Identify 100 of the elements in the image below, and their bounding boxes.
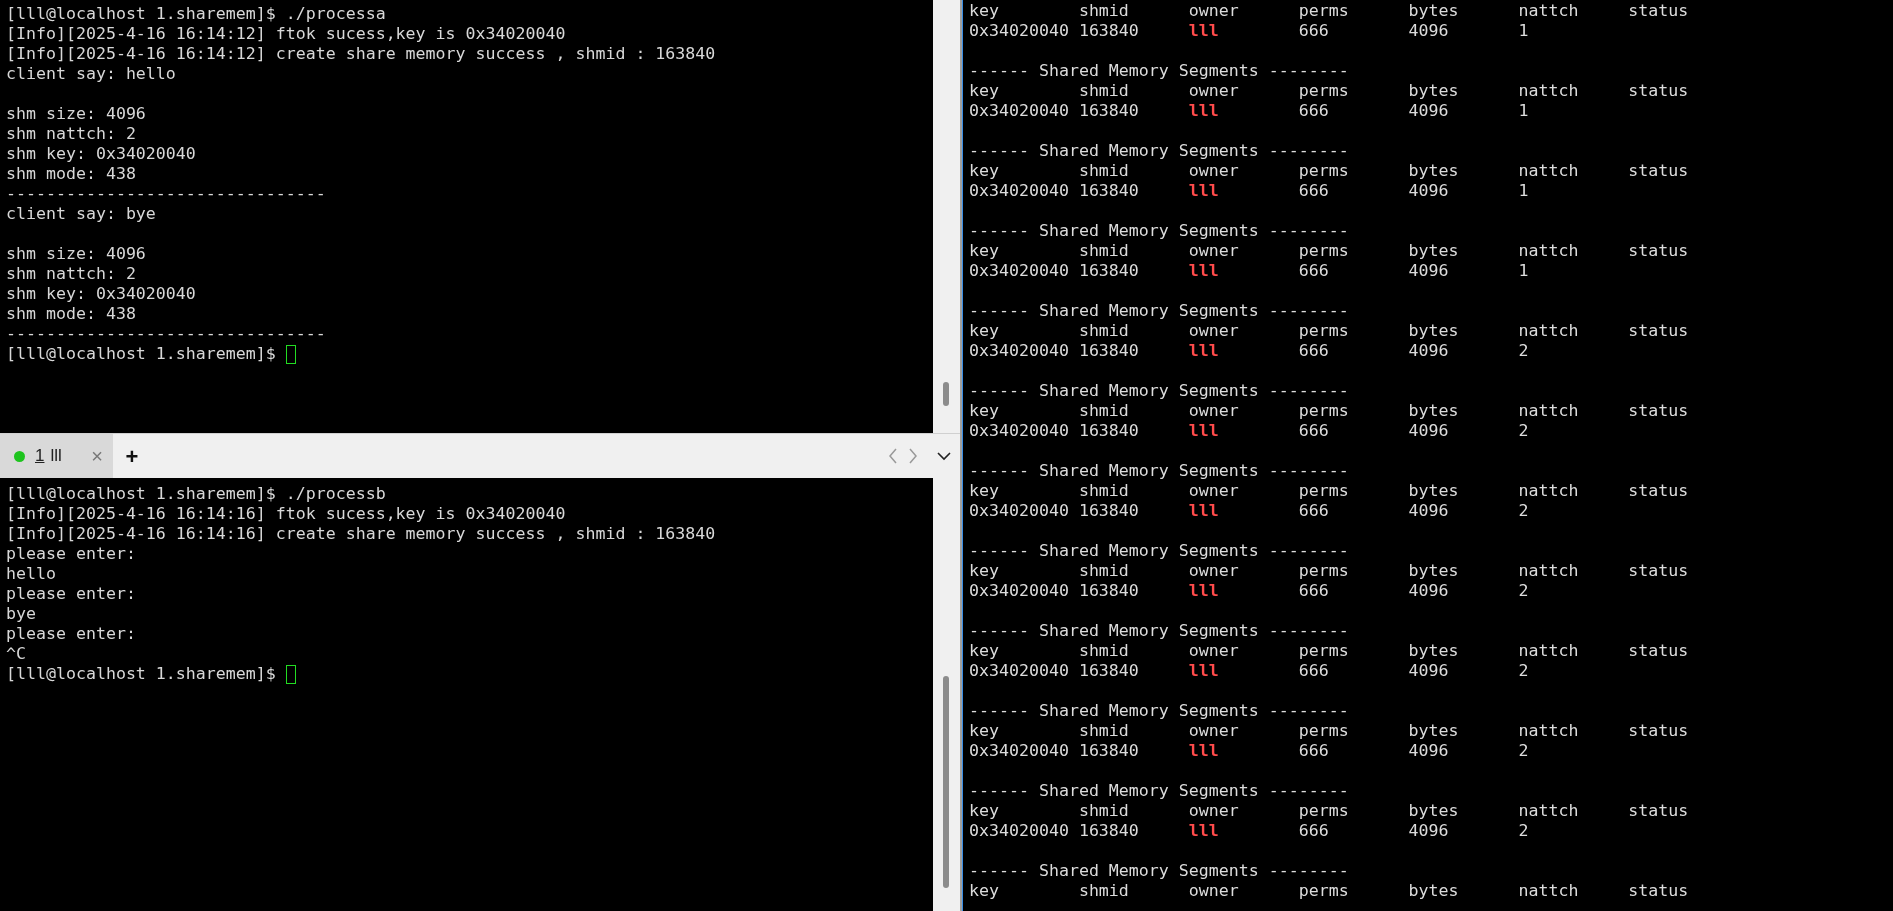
column-header: owner bbox=[1188, 321, 1239, 340]
column-header: perms bbox=[1298, 641, 1349, 660]
table-cell: 4096 bbox=[1408, 341, 1449, 360]
column-header: perms bbox=[1298, 561, 1349, 580]
table-cell: 4096 bbox=[1408, 181, 1449, 200]
table-cell: 4096 bbox=[1408, 21, 1449, 40]
column-header: key bbox=[969, 241, 999, 260]
dropdown-icon[interactable] bbox=[936, 451, 952, 461]
column-header: bytes bbox=[1408, 481, 1459, 500]
scrollbar[interactable] bbox=[933, 478, 960, 911]
chevron-left-icon[interactable] bbox=[888, 447, 898, 465]
table-cell: 163840 bbox=[1078, 581, 1139, 600]
table-cell: 4096 bbox=[1408, 821, 1449, 840]
column-header: owner bbox=[1188, 801, 1239, 820]
column-header: owner bbox=[1188, 401, 1239, 420]
table-cell: 4096 bbox=[1408, 101, 1449, 120]
scrollbar[interactable] bbox=[933, 0, 960, 433]
terminal-line: [lll@localhost 1.sharemem]$ ./processb bbox=[6, 484, 386, 504]
section-header: ------ Shared Memory Segments -------- bbox=[969, 541, 1349, 560]
section-header: ------ Shared Memory Segments -------- bbox=[969, 621, 1349, 640]
column-header: status bbox=[1628, 241, 1689, 260]
column-header: key bbox=[969, 81, 999, 100]
column-header: status bbox=[1628, 481, 1689, 500]
column-header: nattch bbox=[1518, 241, 1579, 260]
column-header: owner bbox=[1188, 161, 1239, 180]
scrollbar-thumb[interactable] bbox=[943, 382, 949, 406]
terminal-line: [Info][2025-4-16 16:14:12] ftok sucess,key is 0x34020040 bbox=[6, 24, 566, 44]
terminal-line: -------------------------------- bbox=[6, 184, 326, 204]
terminal-line: shm size: 4096 bbox=[6, 104, 146, 124]
column-header: perms bbox=[1298, 161, 1349, 180]
column-header: shmid bbox=[1078, 721, 1129, 740]
table-cell: lll bbox=[1188, 661, 1219, 680]
table-cell: 666 bbox=[1298, 421, 1329, 440]
terminal-line: client say: bye bbox=[6, 204, 156, 224]
terminal-line: bye bbox=[6, 604, 36, 624]
column-header: shmid bbox=[1078, 401, 1129, 420]
table-cell: 0x34020040 bbox=[969, 661, 1069, 680]
terminal-line: hello bbox=[6, 564, 56, 584]
table-cell: 2 bbox=[1518, 661, 1529, 680]
column-header: key bbox=[969, 721, 999, 740]
terminal-line: -------------------------------- bbox=[6, 324, 326, 344]
column-header: nattch bbox=[1518, 561, 1579, 580]
table-cell: 666 bbox=[1298, 181, 1329, 200]
column-header: key bbox=[969, 561, 999, 580]
column-header: key bbox=[969, 881, 999, 900]
column-header: status bbox=[1628, 321, 1689, 340]
table-cell: 2 bbox=[1518, 341, 1529, 360]
scrollbar-thumb[interactable] bbox=[943, 676, 949, 888]
table-cell: 1 bbox=[1518, 101, 1529, 120]
column-header: perms bbox=[1298, 1, 1349, 20]
column-header: owner bbox=[1188, 721, 1239, 740]
terminal-line: shm mode: 438 bbox=[6, 164, 136, 184]
terminal-line: [lll@localhost 1.sharemem]$ bbox=[6, 344, 277, 364]
terminal-line: ^C bbox=[6, 644, 26, 664]
column-header: bytes bbox=[1408, 721, 1459, 740]
column-header: perms bbox=[1298, 81, 1349, 100]
terminal-line: shm nattch: 2 bbox=[6, 124, 136, 144]
column-header: bytes bbox=[1408, 801, 1459, 820]
column-header: perms bbox=[1298, 881, 1349, 900]
table-cell: 4096 bbox=[1408, 661, 1449, 680]
column-header: shmid bbox=[1078, 561, 1129, 580]
column-header: owner bbox=[1188, 641, 1239, 660]
column-header: status bbox=[1628, 161, 1689, 180]
terminal-line: please enter: bbox=[6, 624, 136, 644]
tab-label: lll bbox=[50, 445, 62, 468]
chevron-right-icon[interactable] bbox=[908, 447, 918, 465]
column-header: nattch bbox=[1518, 721, 1579, 740]
terminal-line: shm key: 0x34020040 bbox=[6, 144, 196, 164]
table-cell: 0x34020040 bbox=[969, 421, 1069, 440]
column-header: status bbox=[1628, 1, 1689, 20]
column-header: owner bbox=[1188, 241, 1239, 260]
terminal-tab[interactable]: 1 lll × bbox=[0, 434, 113, 478]
column-header: perms bbox=[1298, 321, 1349, 340]
column-header: status bbox=[1628, 801, 1689, 820]
column-header: status bbox=[1628, 881, 1689, 900]
column-header: key bbox=[969, 1, 999, 20]
column-header: owner bbox=[1188, 481, 1239, 500]
column-header: perms bbox=[1298, 721, 1349, 740]
column-header: bytes bbox=[1408, 641, 1459, 660]
column-header: nattch bbox=[1518, 1, 1579, 20]
table-cell: 1 bbox=[1518, 21, 1529, 40]
column-header: key bbox=[969, 401, 999, 420]
table-cell: 163840 bbox=[1078, 21, 1139, 40]
table-cell: 0x34020040 bbox=[969, 581, 1069, 600]
column-header: status bbox=[1628, 401, 1689, 420]
new-tab-button[interactable]: + bbox=[113, 434, 151, 478]
column-header: nattch bbox=[1518, 321, 1579, 340]
table-cell: lll bbox=[1188, 581, 1219, 600]
column-header: key bbox=[969, 801, 999, 820]
terminal-line: [Info][2025-4-16 16:14:16] create share memory success , shmid : 163840 bbox=[6, 524, 716, 544]
terminal-line: client say: hello bbox=[6, 64, 176, 84]
column-header: bytes bbox=[1408, 321, 1459, 340]
column-header: perms bbox=[1298, 241, 1349, 260]
table-cell: 1 bbox=[1518, 181, 1529, 200]
table-cell: 666 bbox=[1298, 741, 1329, 760]
table-cell: 163840 bbox=[1078, 261, 1139, 280]
table-cell: 0x34020040 bbox=[969, 21, 1069, 40]
column-header: key bbox=[969, 321, 999, 340]
column-header: perms bbox=[1298, 801, 1349, 820]
column-header: bytes bbox=[1408, 161, 1459, 180]
